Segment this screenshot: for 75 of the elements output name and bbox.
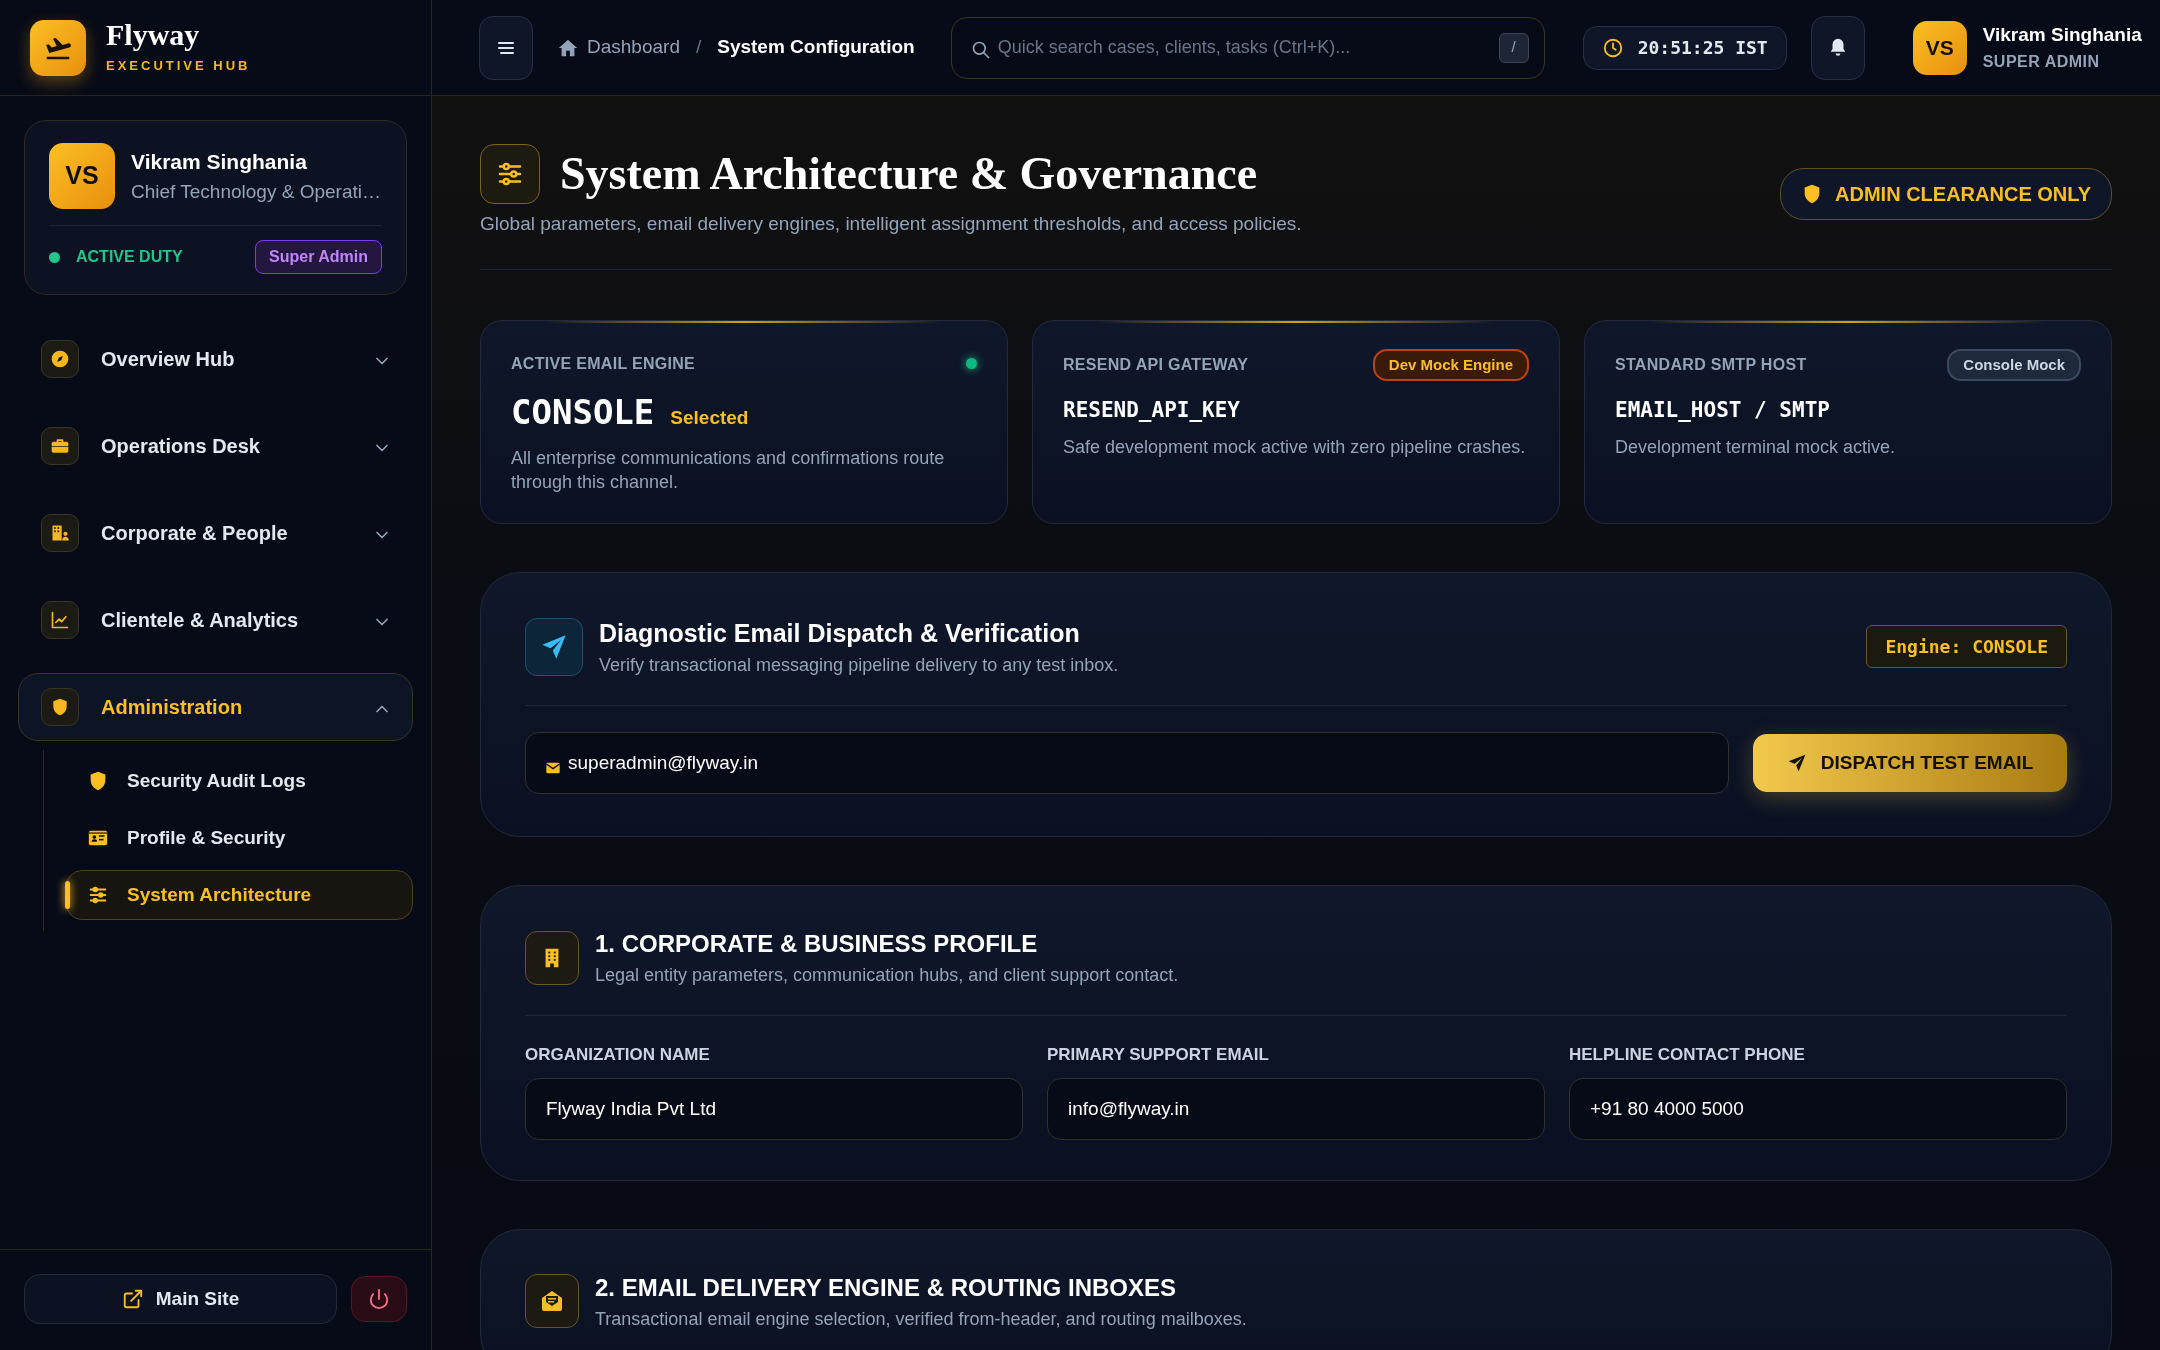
logo-icon [30, 19, 86, 76]
section-title: 1. CORPORATE & BUSINESS PROFILE [595, 929, 1039, 959]
paper-plane-icon [1786, 753, 1807, 773]
compass-icon [50, 349, 70, 369]
section-title: 2. EMAIL DELIVERY ENGINE & ROUTING INBOXES [595, 1272, 1177, 1303]
nav-subitem[interactable]: System Architecture [66, 870, 413, 920]
card-description: All enterprise communications and confirmations route through this channel. [511, 446, 946, 494]
panel-subtitle: Verify transactional messaging pipeline delivery to any test inbox. [599, 654, 1120, 677]
breadcrumb-link[interactable]: Dashboard [587, 33, 680, 62]
card-label: STANDARD SMTP HOST [1615, 354, 1807, 375]
dispatch-button[interactable]: DISPATCH TEST EMAIL [1753, 734, 2067, 792]
card-description: Development terminal mock active. [1615, 435, 1897, 459]
nav-item[interactable]: Operations Desk [18, 412, 413, 480]
main-site-button[interactable]: Main Site [24, 1274, 337, 1324]
user-role: SUPER ADMIN [1982, 51, 2101, 72]
input-field[interactable]: +91 80 4000 5000 [1569, 1077, 2067, 1140]
nav-subitem[interactable]: Security Audit Logs [66, 756, 413, 806]
engine-name: CONSOLE [511, 390, 655, 434]
briefcase-icon [50, 436, 70, 456]
profile-role: Chief Technology & Operati… [131, 179, 381, 204]
external-link-icon [121, 1288, 144, 1310]
line-chart-icon [50, 610, 70, 630]
panel-title: Diagnostic Email Dispatch & Verification [599, 617, 1081, 649]
shield-icon [50, 697, 70, 717]
breadcrumb-separator: / [695, 35, 702, 60]
sliders-icon [87, 884, 109, 906]
brand-name: Flyway [106, 19, 201, 50]
paper-plane-icon [525, 617, 583, 676]
power-button[interactable] [351, 1276, 407, 1322]
status-text: ACTIVE DUTY [76, 247, 183, 267]
nav-subitem[interactable]: Profile & Security [66, 813, 413, 863]
avatar: VS [49, 143, 115, 209]
nav-item[interactable]: Overview Hub [18, 325, 413, 393]
field-label: ORGANIZATION NAME [525, 1044, 711, 1066]
envelope-icon [540, 1289, 564, 1313]
page-title: System Architecture & Governance [560, 148, 1258, 200]
engine-key: EMAIL_HOST / SMTP [1615, 395, 2081, 427]
avatar[interactable]: VS [1912, 20, 1967, 75]
engine-badge: Console Mock [1947, 348, 2081, 381]
power-icon [368, 1288, 390, 1310]
role-badge: Super Admin [255, 240, 382, 274]
profile-name: Vikram Singhania [131, 149, 308, 175]
clearance-text: ADMIN CLEARANCE ONLY [1835, 182, 2091, 207]
field-label: HELPLINE CONTACT PHONE [1569, 1044, 1806, 1066]
nav-item[interactable]: Administration [18, 673, 413, 741]
engine-card[interactable]: ACTIVE EMAIL ENGINE CONSOLE Selected All enterprise communications and confirmations route through this channel. [480, 319, 1008, 524]
engine-card[interactable]: STANDARD SMTP HOST Console Mock EMAIL_HOST / SMTP Development terminal mock active. [1584, 319, 2112, 524]
nav-item[interactable]: Clientele & Analytics [18, 586, 413, 654]
page-subtitle: Global parameters, email delivery engines, intelligent assignment thresholds, and access policies. [480, 212, 1302, 236]
clock-icon [1601, 36, 1624, 59]
engine-badge: Dev Mock Engine [1372, 348, 1529, 381]
engine-tag: Engine: CONSOLE [1866, 625, 2067, 669]
email-input-field[interactable]: superadmin@flyway.in [525, 732, 1729, 794]
section-subtitle: Legal entity parameters, communication hubs, and client support contact. [595, 964, 1179, 987]
search-icon [970, 40, 991, 61]
sliders-icon [480, 144, 540, 204]
selected-label: Selected [670, 405, 749, 430]
notification-button[interactable] [1810, 15, 1865, 80]
menu-button[interactable] [479, 15, 533, 80]
section-subtitle: Transactional email engine selection, verified from-header, and routing mailboxes. [595, 1307, 1247, 1331]
status-dot [966, 358, 977, 369]
user-name: Vikram Singhania [1982, 23, 2142, 48]
building-person-icon [50, 523, 70, 543]
status-dot [49, 251, 60, 263]
input-field[interactable]: info@flyway.in [1047, 1077, 1545, 1140]
engine-card[interactable]: RESEND API GATEWAY Dev Mock Engine RESEND_API_KEY Safe development mock active with zero pipeline crashes. [1032, 319, 1560, 524]
engine-key: RESEND_API_KEY [1063, 395, 1529, 427]
input-field[interactable]: Flyway India Pvt Ltd [525, 1077, 1023, 1140]
card-label: ACTIVE EMAIL ENGINE [511, 353, 696, 374]
card-label: RESEND API GATEWAY [1063, 354, 1249, 375]
clock-time: 20:51:25 IST [1637, 36, 1768, 60]
field-label: PRIMARY SUPPORT EMAIL [1047, 1044, 1270, 1066]
brand-tagline: EXECUTIVE HUB [106, 56, 251, 75]
nav-item[interactable]: Corporate & People [18, 499, 413, 567]
card-description: Safe development mock active with zero pipeline crashes. [1063, 435, 1527, 459]
